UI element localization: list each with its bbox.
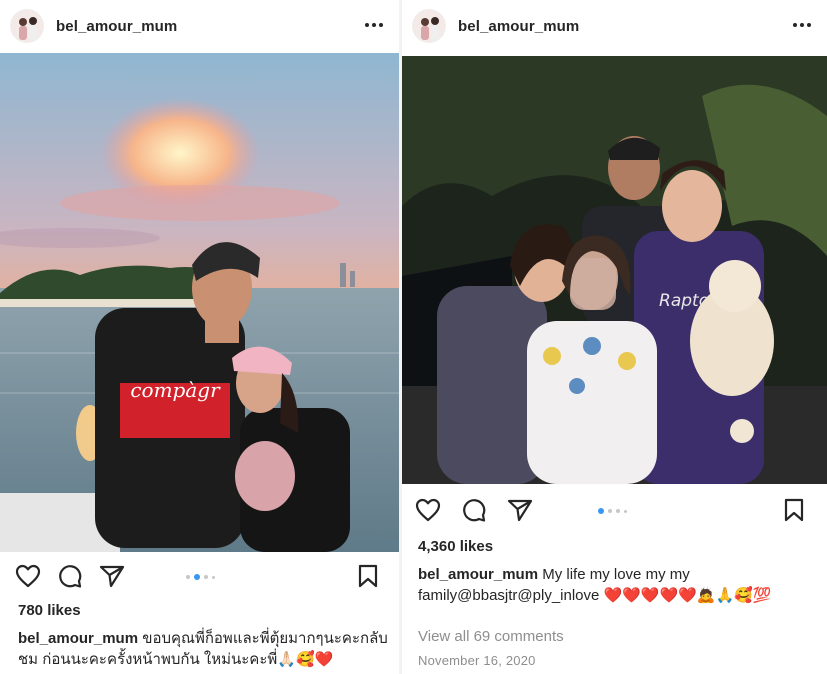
username[interactable]: bel_amour_mum	[56, 18, 177, 35]
caption-username[interactable]: bel_amour_mum	[418, 566, 538, 583]
carousel-dot	[212, 575, 215, 579]
carousel-dot	[624, 509, 627, 513]
shirt-print: compàgr	[130, 378, 221, 402]
view-comments-link[interactable]: View all 69 comments	[418, 628, 564, 645]
post-date: November 16, 2020	[418, 653, 536, 668]
action-bar	[0, 560, 399, 596]
more-icon[interactable]	[363, 14, 385, 36]
post-header: bel_amour_mum	[0, 0, 399, 52]
carousel-dot-active	[194, 574, 200, 580]
carousel-indicator	[598, 508, 627, 514]
carousel-dot	[204, 575, 208, 579]
comment-icon[interactable]	[460, 496, 488, 524]
share-icon[interactable]	[98, 562, 126, 590]
carousel-dot-active	[598, 508, 604, 514]
caption-username[interactable]: bel_amour_mum	[18, 630, 138, 647]
post-card-right: bel_amour_mum Raptors 4,360 likes bel_am…	[402, 0, 827, 674]
like-count[interactable]: 4,360 likes	[418, 538, 493, 555]
post-header: bel_amour_mum	[402, 0, 827, 52]
carousel-dot	[186, 575, 190, 579]
like-count[interactable]: 780 likes	[18, 602, 81, 619]
username[interactable]: bel_amour_mum	[458, 18, 579, 35]
post-photo[interactable]: Raptors	[402, 56, 827, 484]
caption: bel_amour_mum My life my love my my fami…	[418, 564, 818, 606]
avatar[interactable]	[10, 9, 44, 43]
caption: bel_amour_mum ขอบคุณพี่ก็อพและพี่ตุ้ยมาก…	[18, 628, 390, 670]
bookmark-icon[interactable]	[354, 562, 382, 590]
carousel-indicator	[186, 574, 215, 580]
post-photo[interactable]: compàgr	[0, 53, 399, 552]
avatar[interactable]	[412, 9, 446, 43]
bookmark-icon[interactable]	[780, 496, 808, 524]
carousel-dot	[616, 509, 620, 513]
carousel-dot	[608, 509, 612, 513]
post-card-left: bel_amour_mum compàgr 780 likes bel_amou…	[0, 0, 399, 674]
more-icon[interactable]	[791, 14, 813, 36]
heart-icon[interactable]	[14, 562, 42, 590]
share-icon[interactable]	[506, 496, 534, 524]
heart-icon[interactable]	[414, 496, 442, 524]
comment-icon[interactable]	[56, 562, 84, 590]
action-bar	[402, 494, 827, 530]
